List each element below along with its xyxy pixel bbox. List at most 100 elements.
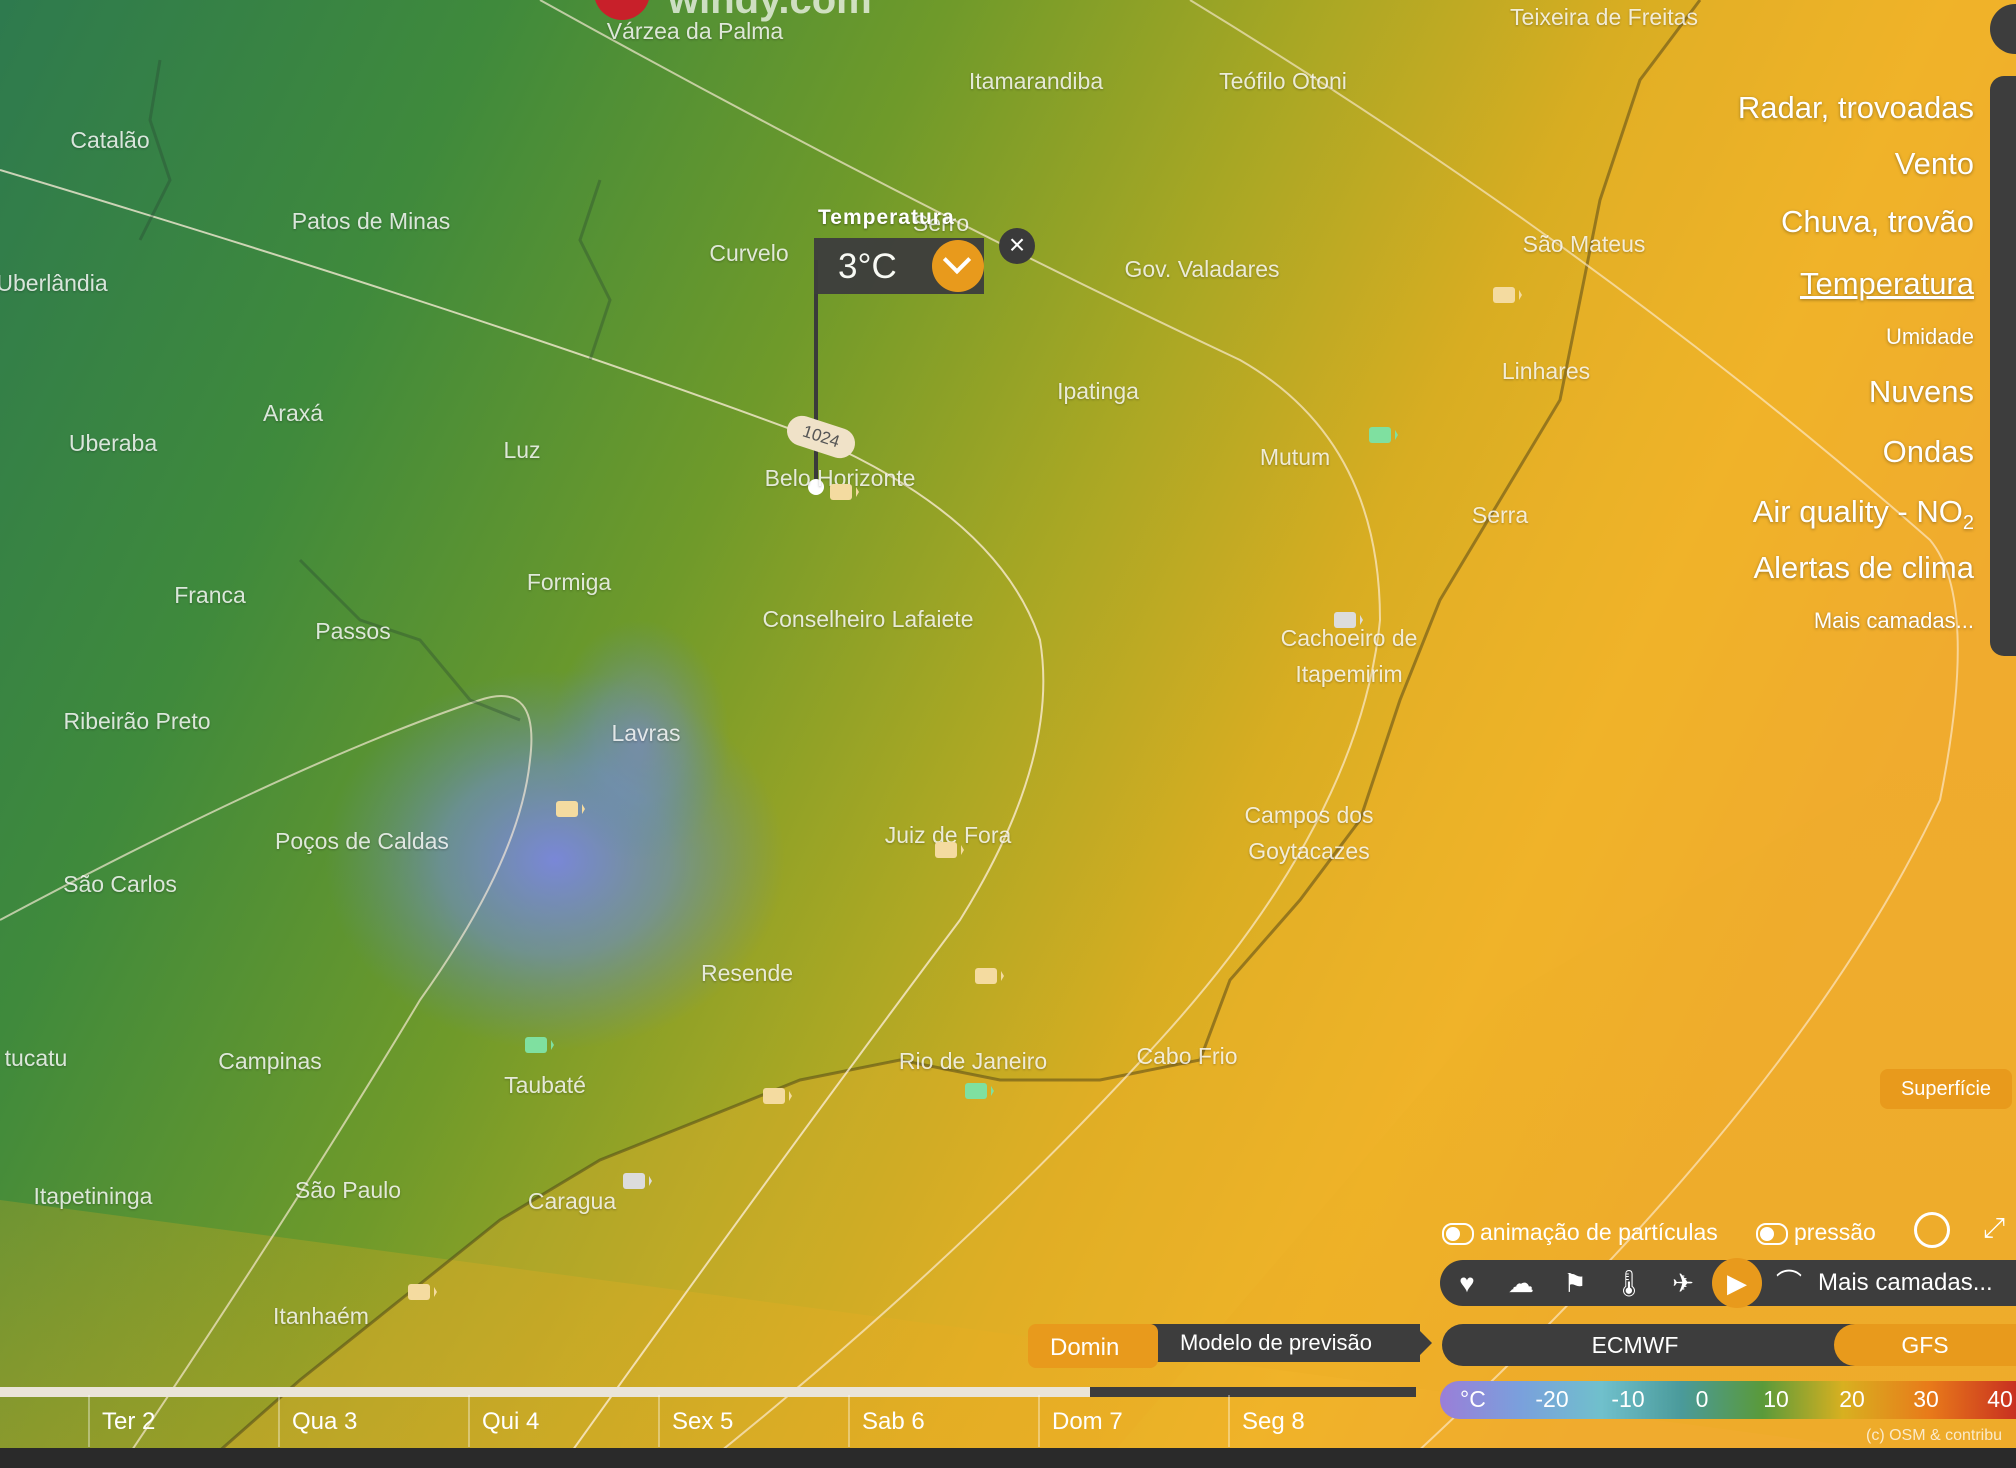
favorite-icon[interactable]: ♥: [1448, 1264, 1486, 1302]
popup-close-button[interactable]: ×: [999, 228, 1035, 264]
fullscreen-icon[interactable]: ⤢: [1978, 1212, 2010, 1244]
webcam-icon[interactable]: [965, 1083, 994, 1099]
city-label[interactable]: São Paulo: [295, 1177, 401, 1204]
weather-icon[interactable]: ☁: [1502, 1264, 1540, 1302]
city-label[interactable]: tucatu: [5, 1045, 68, 1072]
layer-label: Radar, trovoadas: [1737, 90, 1974, 125]
city-label[interactable]: Luz: [503, 437, 540, 464]
toggle-switch-icon: [1756, 1222, 1788, 1245]
layer-label: Nuvens: [1868, 374, 1974, 409]
city-label[interactable]: Poços de Caldas: [275, 828, 449, 855]
legend-value: 10: [1763, 1386, 1789, 1412]
legend-unit: °C: [1460, 1386, 1486, 1412]
clock-icon[interactable]: [1914, 1212, 1950, 1248]
attribution: (c) OSM & contribu: [1866, 1427, 2003, 1444]
city-label[interactable]: Franca: [174, 582, 246, 609]
legend-value: 40: [1987, 1386, 2013, 1412]
city-label[interactable]: Resende: [701, 960, 793, 987]
city-label[interactable]: Conselheiro Lafaiete: [763, 606, 974, 633]
pressure-toggle[interactable]: pressão: [1756, 1219, 1876, 1246]
layer-warning[interactable]: Alertas de clima: [1753, 550, 1974, 586]
city-label[interactable]: Campinas: [218, 1048, 322, 1075]
city-label[interactable]: Curvelo: [709, 240, 788, 267]
layer-radar[interactable]: Radar, trovoadas: [1738, 90, 1974, 126]
city-label[interactable]: Uberlândia: [0, 270, 108, 297]
city-label[interactable]: Caragua: [528, 1188, 616, 1215]
timeline-day[interactable]: Sab 6: [862, 1408, 925, 1436]
city-label[interactable]: Cachoeiro de: [1281, 625, 1418, 652]
pressure-toggle-label: pressão: [1794, 1219, 1876, 1245]
city-label[interactable]: São Carlos: [63, 871, 177, 898]
webcam-icon[interactable]: [830, 484, 859, 500]
airplane-icon[interactable]: ✈: [1664, 1264, 1702, 1302]
timeline-day[interactable]: Sex 5: [672, 1408, 733, 1436]
webcam-icon[interactable]: [935, 842, 964, 858]
webcam-icon[interactable]: [623, 1173, 652, 1189]
city-label[interactable]: Itapetininga: [34, 1183, 153, 1210]
webcam-icon[interactable]: [1334, 612, 1363, 628]
timeline-day[interactable]: Ter 2: [102, 1408, 155, 1436]
city-label[interactable]: São Mateus: [1523, 231, 1646, 258]
city-label[interactable]: Lavras: [611, 720, 680, 747]
layer-thermometer[interactable]: Temperatura: [1800, 266, 1974, 302]
sound-icon[interactable]: ⌒: [1770, 1264, 1808, 1302]
layer-waves[interactable]: Ondas: [1883, 434, 1974, 470]
city-label[interactable]: Cabo Frio: [1137, 1043, 1238, 1070]
city-label[interactable]: Itapemirim: [1295, 661, 1402, 688]
timeline-day[interactable]: Qui 4: [482, 1408, 539, 1436]
webcam-icon[interactable]: [525, 1037, 554, 1053]
flag-icon[interactable]: ⚑: [1556, 1264, 1594, 1302]
city-label[interactable]: Gov. Valadares: [1124, 256, 1279, 283]
model-gfs-option[interactable]: GFS: [1834, 1324, 2016, 1366]
more-layers-link[interactable]: Mais camadas...: [1814, 608, 1974, 634]
city-label[interactable]: Patos de Minas: [292, 208, 451, 235]
webcam-icon[interactable]: [1369, 427, 1398, 443]
city-label[interactable]: Passos: [315, 618, 390, 645]
toolbar-more-label[interactable]: Mais camadas...: [1818, 1269, 1993, 1297]
surface-button[interactable]: Superfície: [1880, 1069, 2012, 1109]
city-label[interactable]: Campos dos: [1244, 802, 1373, 829]
city-label[interactable]: Formiga: [527, 569, 611, 596]
layer-wind[interactable]: Vento: [1895, 146, 1974, 182]
webcam-icon[interactable]: ▶: [1712, 1258, 1762, 1308]
popup-dropdown-button[interactable]: [932, 240, 984, 292]
particles-toggle[interactable]: animação de partículas: [1442, 1219, 1718, 1246]
layer-humidity[interactable]: Umidade: [1886, 324, 1974, 350]
city-label[interactable]: Mutum: [1260, 444, 1330, 471]
day-separator: [468, 1395, 470, 1447]
layer-air-quality[interactable]: Air quality - NO2: [1753, 494, 1974, 535]
tooltip-text: Modelo de previsão: [1179, 1330, 1372, 1355]
webcam-icon[interactable]: [408, 1284, 437, 1300]
timeline-day[interactable]: Qua 3: [292, 1408, 357, 1436]
city-label[interactable]: Araxá: [263, 400, 323, 427]
thermometer-icon[interactable]: 🌡: [1610, 1264, 1648, 1302]
city-label[interactable]: Teófilo Otoni: [1219, 68, 1347, 95]
forecast-model-selector: ECMWF GFS: [1442, 1324, 2016, 1366]
webcam-icon[interactable]: [975, 968, 1004, 984]
model-ecmwf-option[interactable]: ECMWF: [1442, 1324, 1828, 1366]
city-label[interactable]: Serra: [1472, 502, 1528, 529]
logo-text[interactable]: windy.com: [668, 0, 872, 23]
current-time-pill[interactable]: Domin: [1028, 1324, 1158, 1368]
city-label[interactable]: Goytacazes: [1248, 838, 1369, 865]
city-label[interactable]: Ipatinga: [1057, 378, 1139, 405]
timeline-day[interactable]: Seg 8: [1242, 1408, 1305, 1436]
city-label[interactable]: Rio de Janeiro: [899, 1048, 1047, 1075]
city-label[interactable]: Linhares: [1502, 358, 1590, 385]
layer-cloud[interactable]: Nuvens: [1869, 374, 1974, 410]
city-label[interactable]: Catalão: [70, 127, 149, 154]
webcam-icon[interactable]: [556, 801, 585, 817]
webcam-icon[interactable]: [1493, 287, 1522, 303]
layer-rain[interactable]: Chuva, trovão: [1781, 204, 1974, 240]
city-label[interactable]: Itanhaém: [273, 1303, 369, 1330]
city-label[interactable]: Uberaba: [69, 430, 157, 457]
city-label[interactable]: Itamarandiba: [969, 68, 1103, 95]
city-label[interactable]: Taubaté: [504, 1072, 586, 1099]
timeline-day[interactable]: Dom 7: [1052, 1408, 1123, 1436]
layer-label-subscript: 2: [1962, 512, 1974, 535]
city-label[interactable]: Teixeira de Freitas: [1510, 4, 1698, 31]
timeline-progress: [0, 1387, 1091, 1397]
legend-value: -10: [1611, 1386, 1645, 1412]
city-label[interactable]: Ribeirão Preto: [63, 708, 210, 735]
webcam-icon[interactable]: [763, 1088, 792, 1104]
